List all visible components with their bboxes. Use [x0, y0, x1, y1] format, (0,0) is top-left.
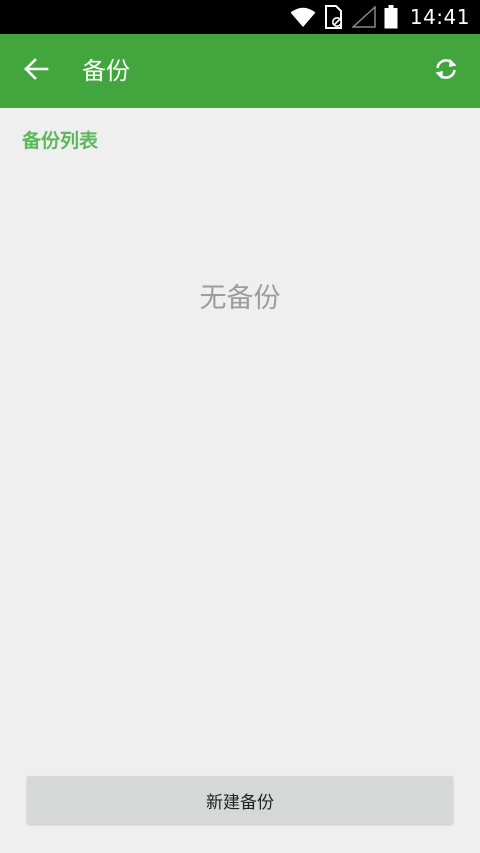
- status-time: 14:41: [409, 5, 470, 29]
- new-backup-button[interactable]: 新建备份: [27, 776, 453, 824]
- refresh-button[interactable]: [424, 49, 468, 93]
- page-title: 备份: [82, 57, 130, 85]
- back-button[interactable]: [14, 49, 58, 93]
- wifi-icon: [290, 6, 316, 28]
- status-bar: 14:41: [0, 0, 480, 34]
- status-icons: 14:41: [290, 0, 470, 34]
- battery-icon: [384, 5, 398, 29]
- cell-signal-icon: [351, 6, 376, 28]
- backup-list-header: 备份列表: [22, 130, 99, 152]
- empty-state-text: 无备份: [199, 283, 281, 314]
- arrow-left-icon: [23, 56, 49, 86]
- refresh-icon: [433, 57, 459, 85]
- app-bar: 备份: [0, 34, 480, 108]
- sim-card-icon: [324, 5, 344, 29]
